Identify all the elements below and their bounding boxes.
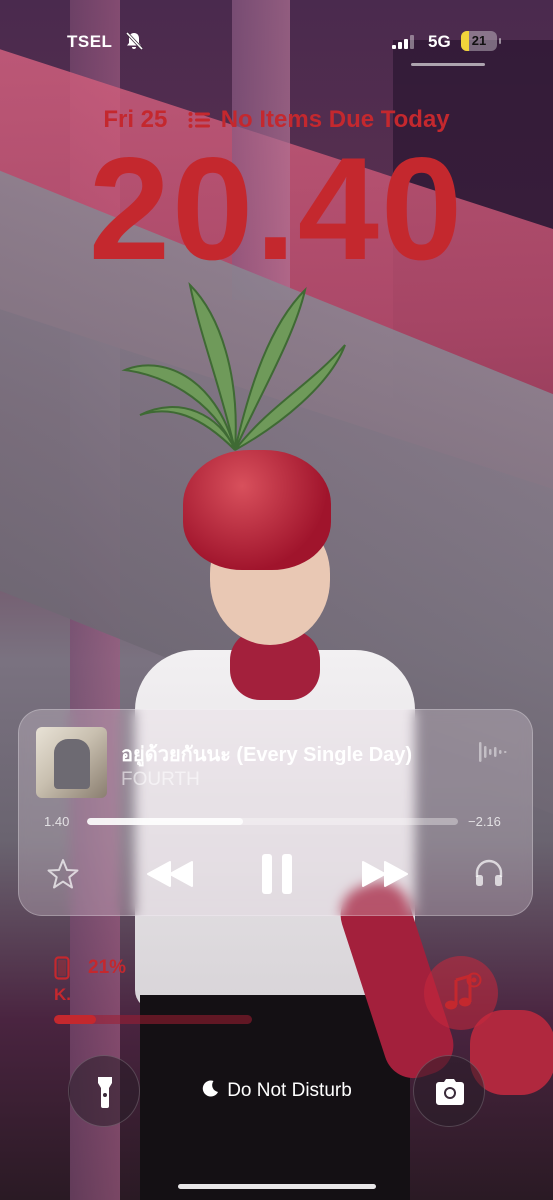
music-note-icon <box>445 972 482 1010</box>
playback-progress-fill <box>87 818 243 825</box>
waveform-icon[interactable] <box>479 740 507 764</box>
iphone-icon <box>54 956 70 980</box>
home-indicator[interactable] <box>178 1184 376 1189</box>
batteries-widget[interactable]: 21% K. <box>54 954 254 1026</box>
camera-button[interactable] <box>413 1055 485 1127</box>
device-name: K. <box>54 985 71 1004</box>
artist-name: FOURTH <box>121 769 200 790</box>
network-type: 5G <box>428 32 451 51</box>
cellular-signal-icon <box>392 35 414 49</box>
now-playing-widget[interactable]: อยู่ด้วยกันนะ (Every Single Day) FOURTH … <box>18 709 533 916</box>
forward-icon[interactable] <box>361 857 409 891</box>
star-icon[interactable] <box>46 857 80 891</box>
song-title: อยู่ด้วยกันนะ (Every Single Day) <box>121 744 413 766</box>
headphones-icon[interactable] <box>473 857 505 889</box>
clock[interactable]: 20.40 <box>0 136 553 282</box>
control-center-indicator[interactable] <box>411 63 485 66</box>
battery-bar-fill <box>54 1015 96 1024</box>
album-art[interactable] <box>36 727 107 798</box>
wallpaper-leaves <box>121 281 346 451</box>
playback-scrubber[interactable] <box>87 818 458 825</box>
dnd-label: Do Not Disturb <box>227 1080 352 1101</box>
remaining-time: −2.16 <box>468 814 501 829</box>
music-recognition-widget[interactable] <box>424 956 498 1030</box>
status-bar: TSEL 5G 21 <box>0 0 553 80</box>
battery-level-text: 21 <box>471 33 487 48</box>
bell-slash-icon <box>125 31 144 51</box>
moon-icon <box>202 1080 219 1097</box>
camera-icon <box>436 1079 464 1105</box>
battery-percent: 21% <box>88 957 127 978</box>
carrier-name: TSEL <box>67 32 113 51</box>
pause-icon[interactable] <box>259 852 295 896</box>
wallpaper-hat <box>183 450 331 570</box>
rewind-icon[interactable] <box>146 857 194 891</box>
elapsed-time: 1.40 <box>44 814 70 829</box>
battery-bar <box>54 1015 252 1024</box>
album-art-figure <box>54 739 90 789</box>
battery-icon: 21 <box>461 31 501 51</box>
